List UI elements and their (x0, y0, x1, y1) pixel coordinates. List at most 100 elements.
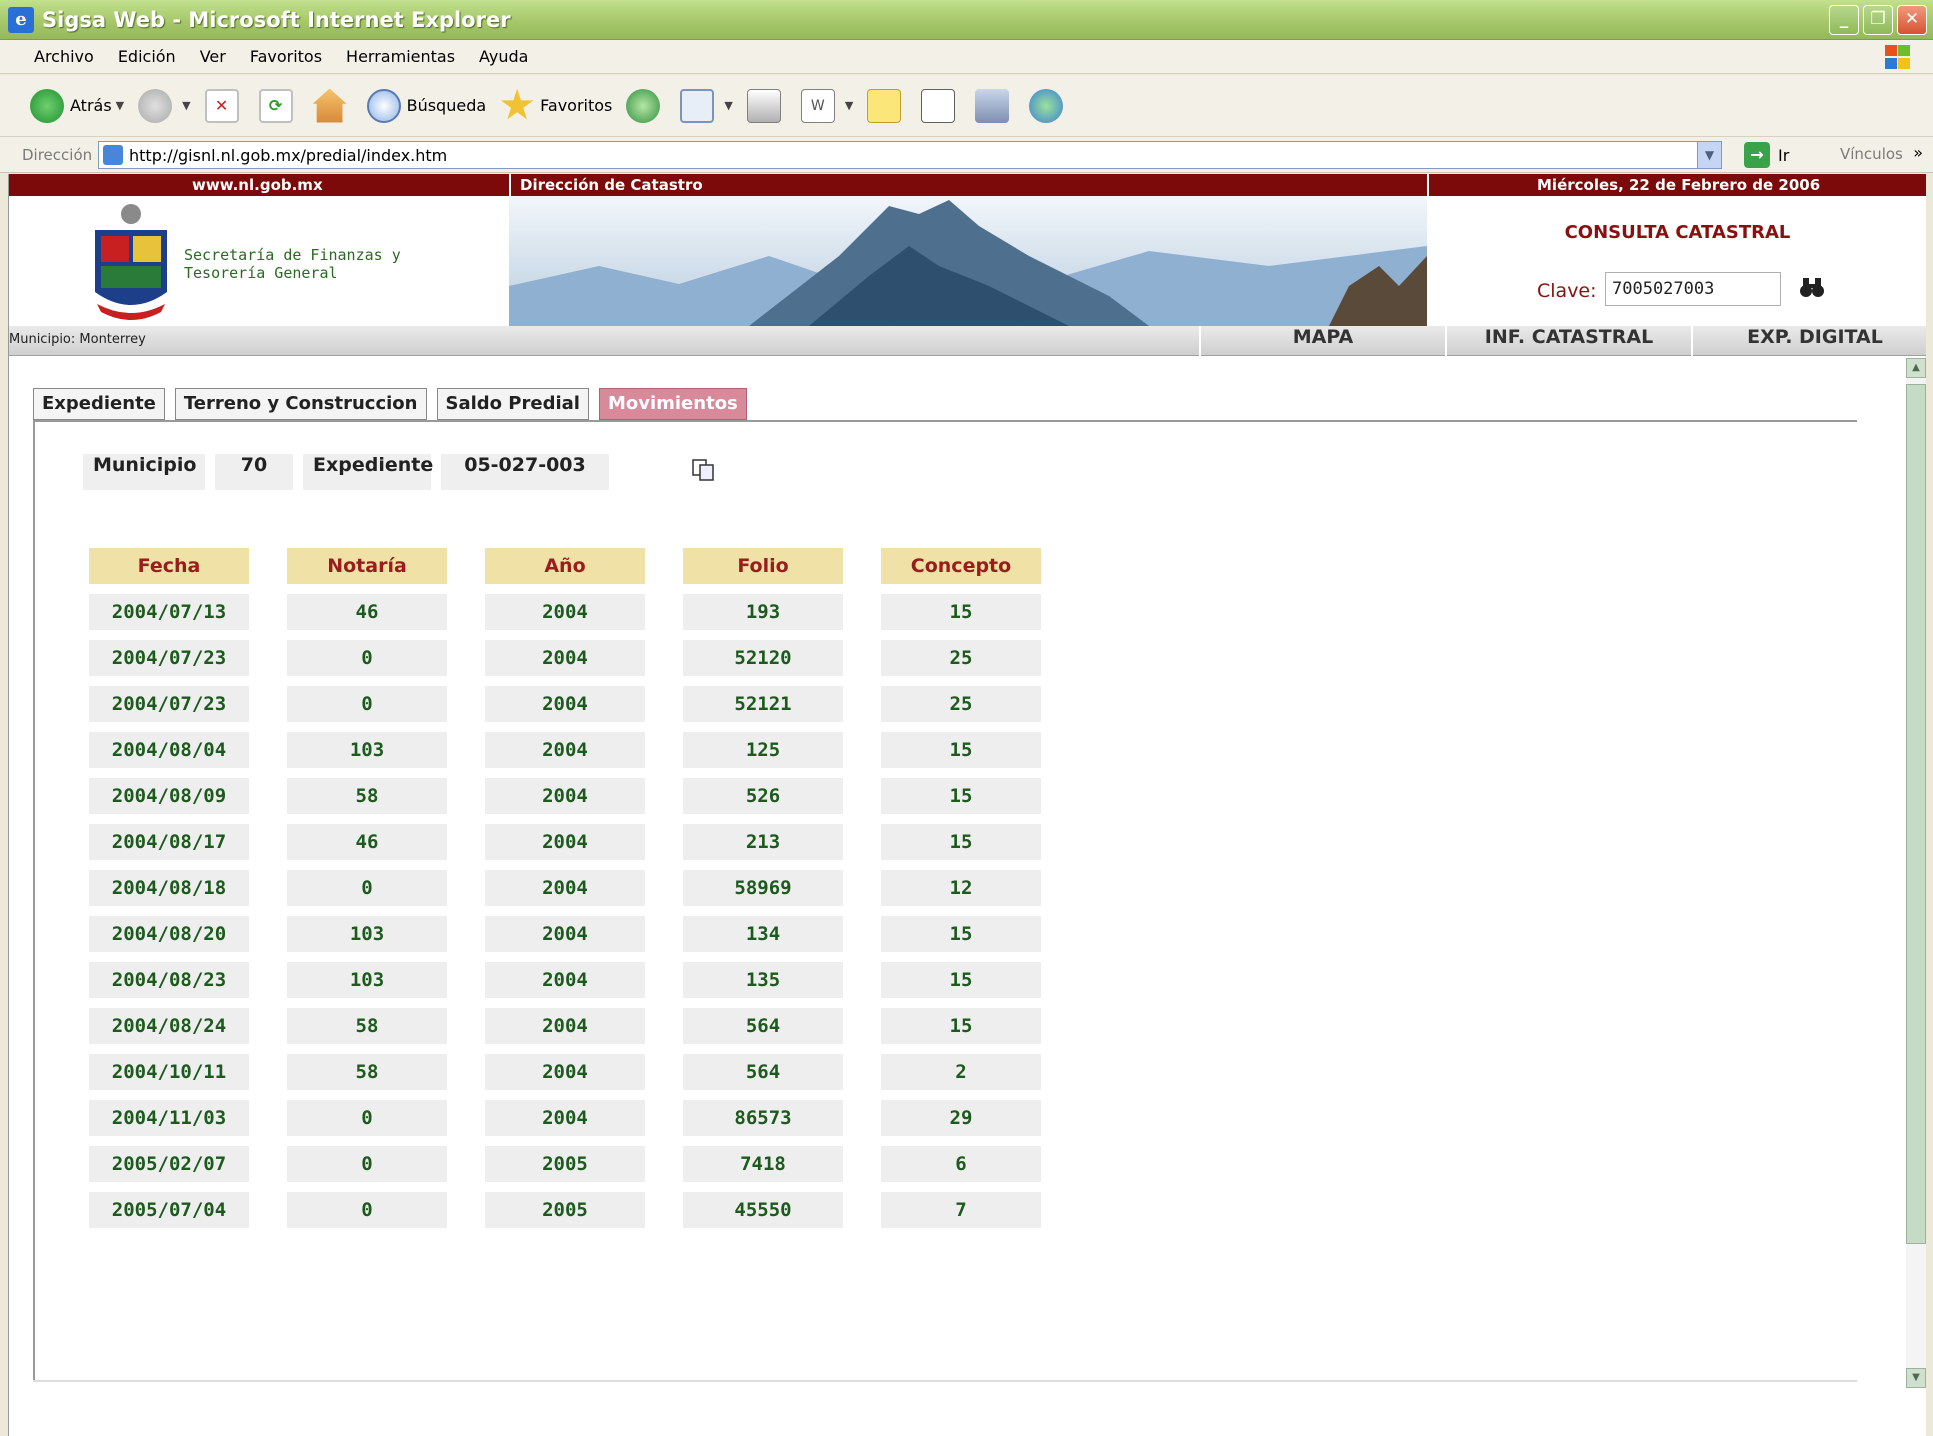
cell-anio: 2004 (485, 962, 645, 998)
cell-concepto: 25 (881, 686, 1041, 722)
cell-notaria: 46 (287, 594, 447, 630)
nav-inf-catastral[interactable]: INF. CATASTRAL (1445, 326, 1691, 356)
cell-fecha: 2004/07/23 (89, 640, 249, 676)
favorites-button[interactable]: Favoritos (500, 88, 612, 123)
site-link[interactable]: www.nl.gob.mx (192, 176, 323, 194)
edit-button[interactable]: W ▼ (800, 88, 853, 123)
go-label: Ir (1778, 145, 1790, 165)
print-button[interactable] (746, 88, 787, 123)
mail-dropdown-icon[interactable]: ▼ (724, 99, 732, 112)
cell-anio: 2005 (485, 1192, 645, 1228)
minimize-button[interactable]: _ (1829, 5, 1859, 35)
cell-fecha: 2004/08/17 (89, 824, 249, 860)
print-icon (746, 88, 781, 123)
table-row: 2004/08/23 103 2004 135 15 (89, 962, 1041, 998)
media-button[interactable] (975, 88, 1015, 123)
refresh-button[interactable]: ⟳ (258, 88, 299, 123)
cell-folio: 52120 (683, 640, 843, 676)
menu-bar: Archivo Edición Ver Favoritos Herramient… (0, 40, 1933, 74)
clave-input[interactable] (1605, 272, 1781, 306)
municipio-label: Municipio: Monterrey (9, 332, 146, 347)
cell-anio: 2004 (485, 686, 645, 722)
date-label: Miércoles, 22 de Febrero de 2006 (1537, 176, 1821, 194)
cell-notaria: 0 (287, 1192, 447, 1228)
cell-folio: 134 (683, 916, 843, 952)
cell-fecha: 2004/08/18 (89, 870, 249, 906)
nav-exp-digital[interactable]: EXP. DIGITAL (1691, 326, 1933, 356)
menu-herramientas[interactable]: Herramientas (346, 47, 455, 66)
cell-anio: 2004 (485, 916, 645, 952)
messenger-button[interactable] (1029, 88, 1069, 123)
binoculars-search-icon[interactable] (1799, 276, 1825, 298)
cell-folio: 125 (683, 732, 843, 768)
header-fecha: Fecha (89, 548, 249, 584)
band-divider (1427, 174, 1429, 196)
cell-anio: 2004 (485, 732, 645, 768)
table-row: 2004/08/04 103 2004 125 15 (89, 732, 1041, 768)
links-label[interactable]: Vínculos (1840, 145, 1903, 163)
copy-icon[interactable] (691, 458, 715, 482)
menu-archivo[interactable]: Archivo (34, 47, 94, 66)
scrollbar-thumb[interactable] (1906, 384, 1926, 1244)
forward-button[interactable]: ▼ (138, 88, 191, 123)
ie-icon: e (8, 6, 34, 33)
nav-bar: Municipio: Monterrey MAPA INF. CATASTRAL… (9, 326, 1926, 356)
maximize-button[interactable]: ❐ (1863, 5, 1893, 35)
edit-dropdown-icon[interactable]: ▼ (845, 99, 853, 112)
cell-notaria: 58 (287, 1008, 447, 1044)
cell-concepto: 15 (881, 732, 1041, 768)
back-label: Atrás (70, 96, 112, 115)
search-button[interactable]: Búsqueda (366, 88, 486, 123)
home-button[interactable] (312, 88, 353, 123)
cell-concepto: 15 (881, 824, 1041, 860)
research-button[interactable] (921, 88, 961, 123)
cell-notaria: 0 (287, 870, 447, 906)
cell-anio: 2004 (485, 1054, 645, 1090)
page-icon (103, 145, 123, 165)
cell-concepto: 15 (881, 594, 1041, 630)
tab-expediente[interactable]: Expediente (33, 388, 165, 420)
mail-button[interactable]: ▼ (680, 88, 733, 123)
scroll-up-icon[interactable]: ▲ (1906, 358, 1926, 378)
chevron-right-icon[interactable]: » (1913, 143, 1923, 162)
scroll-down-icon[interactable]: ▼ (1906, 1368, 1926, 1388)
menu-ayuda[interactable]: Ayuda (479, 47, 528, 66)
cell-concepto: 29 (881, 1100, 1041, 1136)
note-icon (867, 88, 902, 123)
mail-icon (680, 88, 715, 123)
go-button[interactable]: → Ir (1744, 142, 1789, 168)
content-area: Expediente Terreno y Construccion Saldo … (9, 358, 1926, 1436)
back-arrow-icon (30, 88, 64, 123)
discuss-button[interactable] (867, 88, 907, 123)
cell-concepto: 2 (881, 1054, 1041, 1090)
nav-mapa[interactable]: MAPA (1199, 326, 1445, 356)
cell-folio: 135 (683, 962, 843, 998)
table-row: 2005/07/04 0 2005 45550 7 (89, 1192, 1041, 1228)
address-dropdown-icon[interactable]: ▼ (1697, 142, 1721, 168)
cell-concepto: 15 (881, 962, 1041, 998)
cell-notaria: 46 (287, 824, 447, 860)
history-button[interactable] (626, 88, 666, 123)
table-row: 2004/08/18 0 2004 58969 12 (89, 870, 1041, 906)
close-button[interactable]: ✕ (1897, 5, 1927, 35)
back-dropdown-icon[interactable]: ▼ (116, 99, 124, 112)
cell-notaria: 103 (287, 916, 447, 952)
tab-terreno-construccion[interactable]: Terreno y Construccion (174, 388, 427, 420)
address-input[interactable]: http://gisnl.nl.gob.mx/predial/index.htm… (98, 141, 1722, 169)
back-button[interactable]: Atrás ▼ (30, 88, 124, 123)
window-title-bar: e Sigsa Web - Microsoft Internet Explore… (0, 0, 1933, 40)
cell-fecha: 2005/02/07 (89, 1146, 249, 1182)
star-icon (500, 88, 534, 120)
address-bar: Dirección http://gisnl.nl.gob.mx/predial… (0, 137, 1933, 173)
header-concepto: Concepto (881, 548, 1041, 584)
menu-edicion[interactable]: Edición (118, 47, 176, 66)
tab-saldo-predial[interactable]: Saldo Predial (436, 388, 589, 420)
cell-anio: 2004 (485, 1008, 645, 1044)
menu-favoritos[interactable]: Favoritos (250, 47, 322, 66)
tab-bar: Expediente Terreno y Construccion Saldo … (33, 388, 747, 420)
forward-dropdown-icon[interactable]: ▼ (182, 99, 190, 112)
stop-button[interactable]: ✕ (204, 88, 245, 123)
menu-ver[interactable]: Ver (200, 47, 226, 66)
vertical-scrollbar[interactable]: ▲ ▼ (1906, 358, 1926, 1388)
tab-movimientos[interactable]: Movimientos (598, 388, 747, 420)
